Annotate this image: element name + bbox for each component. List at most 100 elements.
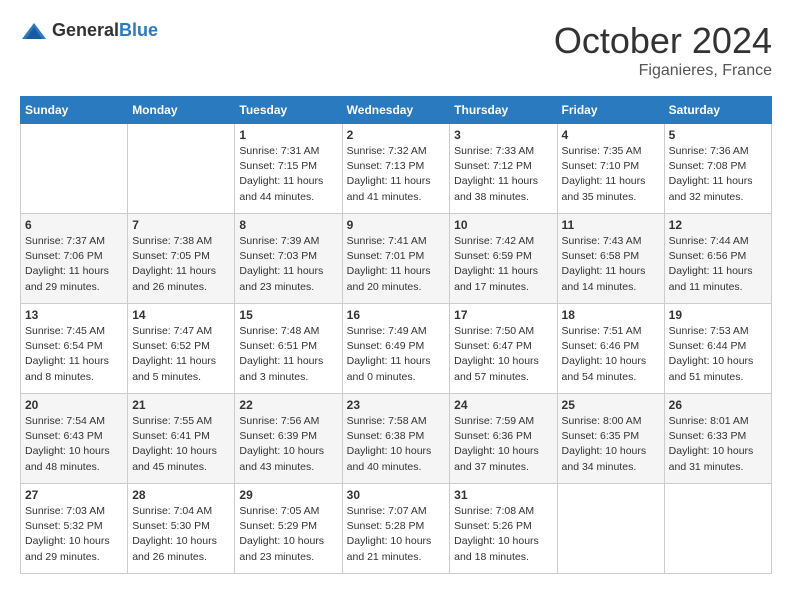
day-number: 22: [239, 398, 337, 412]
location-title: Figanieres, France: [554, 62, 772, 80]
day-number: 29: [239, 488, 337, 502]
calendar-cell: 22 Sunrise: 7:56 AM Sunset: 6:39 PM Dayli…: [235, 394, 342, 484]
calendar-cell: 11 Sunrise: 7:43 AM Sunset: 6:58 PM Dayli…: [557, 214, 664, 304]
column-header-sunday: Sunday: [21, 97, 128, 124]
day-number: 25: [562, 398, 660, 412]
calendar-cell: 29 Sunrise: 7:05 AM Sunset: 5:29 PM Dayli…: [235, 484, 342, 574]
day-info: Sunrise: 7:59 AM Sunset: 6:36 PM Dayligh…: [454, 414, 552, 475]
column-header-saturday: Saturday: [664, 97, 771, 124]
day-info: Sunrise: 8:01 AM Sunset: 6:33 PM Dayligh…: [669, 414, 767, 475]
column-header-thursday: Thursday: [450, 97, 557, 124]
title-block: October 2024 Figanieres, France: [554, 20, 772, 80]
day-number: 27: [25, 488, 123, 502]
logo-icon: [20, 21, 48, 41]
day-info: Sunrise: 7:08 AM Sunset: 5:26 PM Dayligh…: [454, 504, 552, 565]
calendar-cell: 2 Sunrise: 7:32 AM Sunset: 7:13 PM Daylig…: [342, 124, 450, 214]
calendar-cell: 23 Sunrise: 7:58 AM Sunset: 6:38 PM Dayli…: [342, 394, 450, 484]
calendar-cell: 31 Sunrise: 7:08 AM Sunset: 5:26 PM Dayli…: [450, 484, 557, 574]
day-info: Sunrise: 7:53 AM Sunset: 6:44 PM Dayligh…: [669, 324, 767, 385]
day-number: 2: [347, 128, 446, 142]
calendar-cell: 27Sunrise: 7:03 AM Sunset: 5:32 PM Dayli…: [21, 484, 128, 574]
page-header: GeneralBlue October 2024 Figanieres, Fra…: [20, 20, 772, 80]
day-info: Sunrise: 7:38 AM Sunset: 7:05 PM Dayligh…: [132, 234, 230, 295]
calendar-cell: 8 Sunrise: 7:39 AM Sunset: 7:03 PM Daylig…: [235, 214, 342, 304]
day-info: Sunrise: 7:41 AM Sunset: 7:01 PM Dayligh…: [347, 234, 446, 295]
day-info: Sunrise: 7:50 AM Sunset: 6:47 PM Dayligh…: [454, 324, 552, 385]
day-info: Sunrise: 7:44 AM Sunset: 6:56 PM Dayligh…: [669, 234, 767, 295]
day-number: 15: [239, 308, 337, 322]
column-header-wednesday: Wednesday: [342, 97, 450, 124]
column-header-tuesday: Tuesday: [235, 97, 342, 124]
day-number: 23: [347, 398, 446, 412]
day-info: Sunrise: 7:05 AM Sunset: 5:29 PM Dayligh…: [239, 504, 337, 565]
day-number: 14: [132, 308, 230, 322]
day-number: 18: [562, 308, 660, 322]
calendar-cell: 1 Sunrise: 7:31 AM Sunset: 7:15 PM Daylig…: [235, 124, 342, 214]
day-info: Sunrise: 7:36 AM Sunset: 7:08 PM Dayligh…: [669, 144, 767, 205]
day-number: 3: [454, 128, 552, 142]
day-number: 11: [562, 218, 660, 232]
day-number: 16: [347, 308, 446, 322]
day-number: 6: [25, 218, 123, 232]
day-info: Sunrise: 7:58 AM Sunset: 6:38 PM Dayligh…: [347, 414, 446, 475]
calendar-cell: 6 Sunrise: 7:37 AM Sunset: 7:06 PM Daylig…: [21, 214, 128, 304]
calendar-cell: 25Sunrise: 8:00 AM Sunset: 6:35 PM Dayli…: [557, 394, 664, 484]
day-info: Sunrise: 7:35 AM Sunset: 7:10 PM Dayligh…: [562, 144, 660, 205]
day-info: Sunrise: 7:43 AM Sunset: 6:58 PM Dayligh…: [562, 234, 660, 295]
day-number: 21: [132, 398, 230, 412]
day-number: 31: [454, 488, 552, 502]
calendar-cell: 19 Sunrise: 7:53 AM Sunset: 6:44 PM Dayli…: [664, 304, 771, 394]
day-info: Sunrise: 7:51 AM Sunset: 6:46 PM Dayligh…: [562, 324, 660, 385]
day-info: Sunrise: 7:56 AM Sunset: 6:39 PM Dayligh…: [239, 414, 337, 475]
calendar-cell: [128, 124, 235, 214]
day-info: Sunrise: 7:31 AM Sunset: 7:15 PM Dayligh…: [239, 144, 337, 205]
calendar-header: SundayMondayTuesdayWednesdayThursdayFrid…: [21, 97, 772, 124]
day-info: Sunrise: 7:54 AM Sunset: 6:43 PM Dayligh…: [25, 414, 123, 475]
day-info: Sunrise: 7:37 AM Sunset: 7:06 PM Dayligh…: [25, 234, 123, 295]
logo-blue: Blue: [119, 20, 158, 40]
calendar-cell: 17 Sunrise: 7:50 AM Sunset: 6:47 PM Dayli…: [450, 304, 557, 394]
day-info: Sunrise: 7:39 AM Sunset: 7:03 PM Dayligh…: [239, 234, 337, 295]
calendar-cell: 12 Sunrise: 7:44 AM Sunset: 6:56 PM Dayli…: [664, 214, 771, 304]
column-header-monday: Monday: [128, 97, 235, 124]
day-number: 17: [454, 308, 552, 322]
day-info: Sunrise: 7:47 AM Sunset: 6:52 PM Dayligh…: [132, 324, 230, 385]
column-header-friday: Friday: [557, 97, 664, 124]
calendar-cell: 14 Sunrise: 7:47 AM Sunset: 6:52 PM Dayli…: [128, 304, 235, 394]
calendar-week-5: 27Sunrise: 7:03 AM Sunset: 5:32 PM Dayli…: [21, 484, 772, 574]
calendar-cell: 15 Sunrise: 7:48 AM Sunset: 6:51 PM Dayli…: [235, 304, 342, 394]
calendar-cell: 20Sunrise: 7:54 AM Sunset: 6:43 PM Dayli…: [21, 394, 128, 484]
calendar-cell: 10Sunrise: 7:42 AM Sunset: 6:59 PM Dayli…: [450, 214, 557, 304]
day-number: 4: [562, 128, 660, 142]
calendar-cell: 7 Sunrise: 7:38 AM Sunset: 7:05 PM Daylig…: [128, 214, 235, 304]
day-info: Sunrise: 7:42 AM Sunset: 6:59 PM Dayligh…: [454, 234, 552, 295]
day-info: Sunrise: 7:55 AM Sunset: 6:41 PM Dayligh…: [132, 414, 230, 475]
calendar-week-2: 6 Sunrise: 7:37 AM Sunset: 7:06 PM Daylig…: [21, 214, 772, 304]
day-info: Sunrise: 7:07 AM Sunset: 5:28 PM Dayligh…: [347, 504, 446, 565]
calendar-cell: 3 Sunrise: 7:33 AM Sunset: 7:12 PM Daylig…: [450, 124, 557, 214]
calendar-cell: 5Sunrise: 7:36 AM Sunset: 7:08 PM Daylig…: [664, 124, 771, 214]
day-number: 28: [132, 488, 230, 502]
day-info: Sunrise: 7:45 AM Sunset: 6:54 PM Dayligh…: [25, 324, 123, 385]
day-number: 9: [347, 218, 446, 232]
calendar-week-3: 13Sunrise: 7:45 AM Sunset: 6:54 PM Dayli…: [21, 304, 772, 394]
calendar-cell: 18 Sunrise: 7:51 AM Sunset: 6:46 PM Dayli…: [557, 304, 664, 394]
calendar-week-4: 20Sunrise: 7:54 AM Sunset: 6:43 PM Dayli…: [21, 394, 772, 484]
calendar-cell: 24Sunrise: 7:59 AM Sunset: 6:36 PM Dayli…: [450, 394, 557, 484]
day-info: Sunrise: 7:32 AM Sunset: 7:13 PM Dayligh…: [347, 144, 446, 205]
day-number: 7: [132, 218, 230, 232]
logo-general: General: [52, 20, 119, 40]
day-info: Sunrise: 7:33 AM Sunset: 7:12 PM Dayligh…: [454, 144, 552, 205]
day-number: 12: [669, 218, 767, 232]
calendar-cell: [21, 124, 128, 214]
calendar-cell: [664, 484, 771, 574]
calendar-cell: 28 Sunrise: 7:04 AM Sunset: 5:30 PM Dayli…: [128, 484, 235, 574]
calendar-week-1: 1 Sunrise: 7:31 AM Sunset: 7:15 PM Daylig…: [21, 124, 772, 214]
day-number: 8: [239, 218, 337, 232]
day-number: 19: [669, 308, 767, 322]
day-info: Sunrise: 7:04 AM Sunset: 5:30 PM Dayligh…: [132, 504, 230, 565]
day-info: Sunrise: 7:49 AM Sunset: 6:49 PM Dayligh…: [347, 324, 446, 385]
day-number: 1: [239, 128, 337, 142]
day-info: Sunrise: 7:48 AM Sunset: 6:51 PM Dayligh…: [239, 324, 337, 385]
calendar-cell: [557, 484, 664, 574]
